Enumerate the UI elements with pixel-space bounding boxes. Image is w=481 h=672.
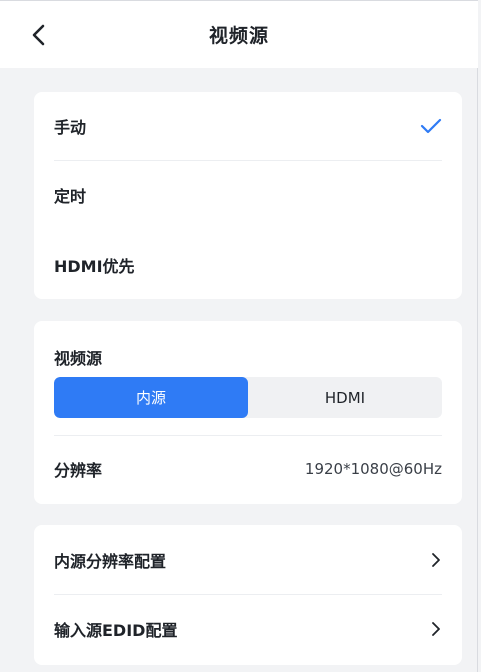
segment-hdmi[interactable]: HDMI	[248, 377, 442, 418]
resolution-label: 分辨率	[54, 461, 103, 480]
resolution-row: 分辨率 1920*1080@60Hz	[54, 435, 442, 503]
mode-item-hdmi-priority[interactable]: HDMI优先	[54, 231, 442, 299]
mode-card: 手动 定时 HDMI优先	[34, 92, 462, 299]
chevron-right-icon	[432, 622, 440, 636]
chevron-right-icon	[432, 553, 440, 567]
mode-item-label: 手动	[54, 118, 87, 137]
config-item-input-edid[interactable]: 输入源EDID配置	[54, 595, 442, 663]
resolution-value: 1920*1080@60Hz	[304, 460, 442, 478]
screen-frame: 视频源 手动 定时 HDMI优先 视频源 内源 HDMI 分辨率 1920*10…	[0, 0, 478, 672]
mode-item-label: 定时	[54, 187, 87, 206]
config-card: 内源分辨率配置 输入源EDID配置	[34, 525, 462, 665]
config-item-label: 内源分辨率配置	[54, 552, 167, 571]
check-icon	[420, 118, 442, 134]
mode-item-timed[interactable]: 定时	[54, 161, 442, 229]
config-item-internal-resolution[interactable]: 内源分辨率配置	[54, 526, 442, 594]
source-segmented-control: 内源 HDMI	[54, 377, 442, 418]
mode-item-manual[interactable]: 手动	[54, 92, 442, 160]
mode-item-label: HDMI优先	[54, 257, 135, 276]
segment-internal[interactable]: 内源	[54, 377, 248, 418]
config-item-label: 输入源EDID配置	[54, 621, 178, 640]
source-section-label: 视频源	[54, 349, 103, 368]
source-card: 视频源 内源 HDMI 分辨率 1920*1080@60Hz	[34, 321, 462, 504]
top-bar: 视频源	[0, 1, 478, 68]
page-title: 视频源	[208, 25, 269, 47]
